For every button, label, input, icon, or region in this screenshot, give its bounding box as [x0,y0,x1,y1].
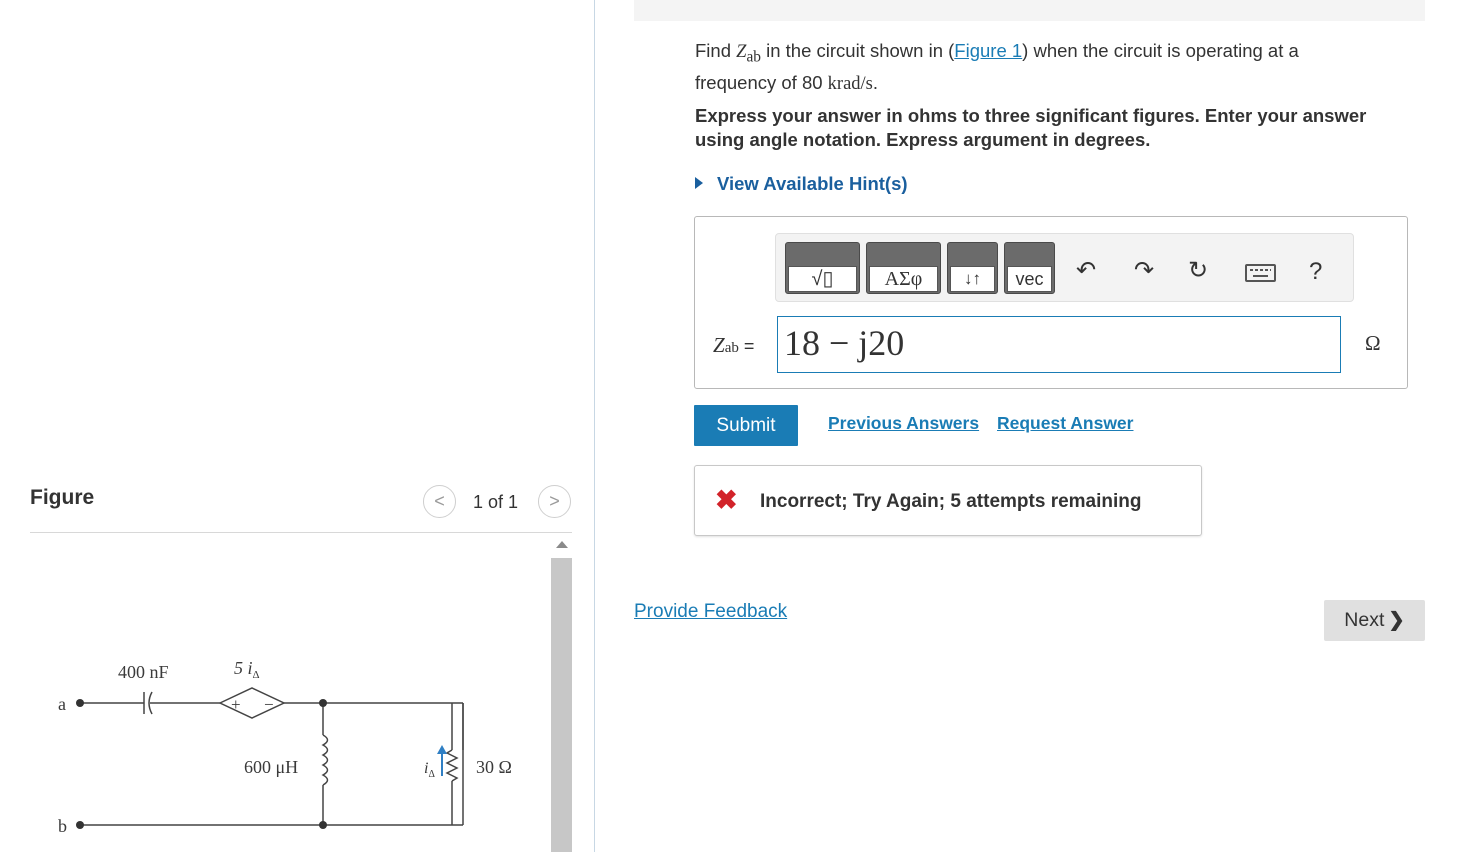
panel-divider [594,0,595,852]
figure-link[interactable]: Figure 1 [954,40,1022,61]
undo-icon[interactable]: ↶ [1076,256,1096,285]
redo-icon[interactable]: ↷ [1134,256,1154,285]
question-text: Find Zab in the circuit shown in (Figure… [695,38,1385,97]
reset-icon[interactable]: ↻ [1188,256,1208,285]
node-a-label: a [58,694,66,714]
answer-label: Zab = [713,333,754,358]
circuit-diagram: a b 400 nF 5 iΔ + − 600 μH iΔ 30 Ω [58,658,512,836]
chevron-right-icon: > [549,491,560,511]
math-toolbar: √▯ ΑΣφ ↓↑ vec ↶ ↷ ↻ ? [775,233,1354,302]
current-sub: Δ [428,769,435,780]
vector-button[interactable]: vec [1004,242,1055,294]
request-answer-link[interactable]: Request Answer [997,413,1133,434]
submit-button[interactable]: Submit [694,405,798,446]
answer-input[interactable]: 18 − j20 [777,316,1341,373]
question-unit: krad/s [827,73,873,94]
question-text-end: . [872,71,879,93]
question-text-start: Find [695,40,737,61]
question-text-mid: in the circuit shown in ( [760,40,955,61]
scroll-up-arrow-icon[interactable] [556,541,568,548]
part-header-bar [634,0,1425,21]
answer-label-equals: = [738,336,755,356]
answer-instructions: Express your answer in ohms to three sig… [695,105,1367,150]
next-button[interactable]: Next ❯ [1324,600,1425,641]
error-x-icon: ✖ [715,485,738,515]
answer-unit: Ω [1365,331,1381,355]
dependent-source-value: 5 i [234,658,253,678]
feedback-message: Incorrect; Try Again; 5 attempts remaini… [760,491,1142,512]
answer-label-sub: ab [724,340,739,356]
source-minus: − [264,695,274,714]
templates-button[interactable]: √▯ [785,242,860,294]
keyboard-icon[interactable] [1245,264,1276,282]
figure-title: Figure [30,486,95,509]
templates-icon: √▯ [788,266,857,292]
question-var: Z [736,42,747,62]
provide-feedback-link[interactable]: Provide Feedback [634,601,787,623]
pager-count: 1 of 1 [473,492,519,512]
greek-symbols-label: ΑΣφ [869,266,938,292]
source-plus: + [231,695,241,714]
answer-label-var: Z [713,333,725,357]
subscript-superscript-button[interactable]: ↓↑ [947,242,998,294]
node-b-label: b [58,816,67,836]
scroll-thumb[interactable] [551,558,572,852]
help-button[interactable]: ? [1309,258,1322,286]
inductor-label: 600 μH [244,757,298,777]
feedback-box: ✖ Incorrect; Try Again; 5 attempts remai… [694,465,1202,536]
greek-symbols-button[interactable]: ΑΣφ [866,242,941,294]
dependent-source-sub: Δ [253,669,260,681]
dependent-source-label: 5 iΔ [234,658,260,681]
caret-right-icon [695,177,703,189]
figure-panel: Figure < 1 of 1 > a b 400 nF 5 iΔ + − 60… [0,0,594,852]
view-hints-label: View Available Hint(s) [717,173,908,194]
chevron-left-icon: < [434,491,445,511]
figure-scrollbar[interactable] [550,537,573,852]
figure-divider [30,532,572,533]
question-var-sub: ab [746,48,761,66]
vector-label: vec [1007,266,1052,292]
current-label: iΔ [424,760,435,780]
subscript-superscript-icon: ↓↑ [950,266,995,292]
resistor-label: 30 Ω [476,757,512,777]
pager-prev-button[interactable]: < [423,485,456,518]
chevron-right-icon: ❯ [1388,609,1405,631]
pager-next-button[interactable]: > [538,485,571,518]
view-hints-toggle[interactable]: View Available Hint(s) [695,173,908,195]
next-label: Next [1344,609,1385,631]
previous-answers-link[interactable]: Previous Answers [828,413,979,434]
capacitor-label: 400 nF [118,662,169,682]
answer-box: √▯ ΑΣφ ↓↑ vec ↶ ↷ ↻ ? Zab = 18 − j20 Ω [694,216,1408,389]
